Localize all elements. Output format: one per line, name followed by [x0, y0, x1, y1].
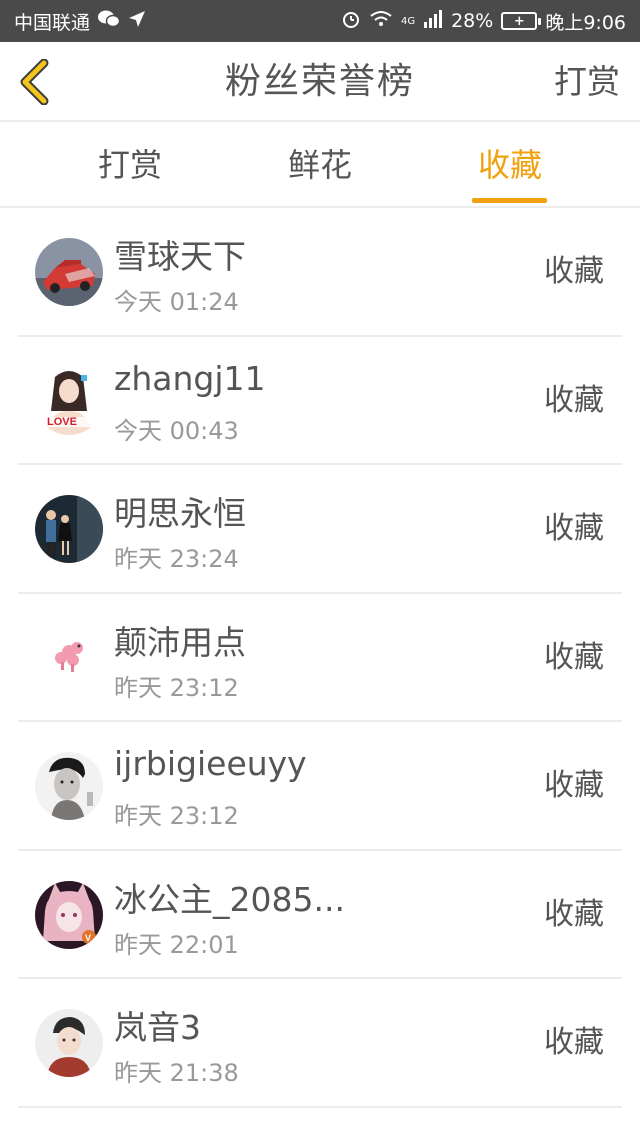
location-arrow-icon	[128, 10, 146, 33]
list-item[interactable]: ijrbigieeuyy 昨天 23:12 收藏	[18, 722, 622, 851]
user-name: 岚音3	[114, 1008, 201, 1047]
user-name: 冰公主_2085...	[114, 879, 345, 919]
favorite-action: 收藏	[544, 768, 604, 803]
user-time: 昨天 23:12	[114, 673, 239, 702]
clock-label: 晚上9:06	[545, 11, 626, 34]
avatar: V	[35, 880, 103, 949]
reward-button[interactable]: 打赏	[554, 42, 620, 122]
user-name: 明思永恒	[114, 494, 246, 533]
network-type-label: 4G	[400, 15, 416, 27]
avatar	[35, 623, 103, 692]
user-time: 今天 01:24	[114, 288, 239, 316]
list-item[interactable]: 雪球天下 今天 01:24 收藏	[18, 208, 622, 337]
tab-bar: 打赏 鲜花 收藏	[0, 122, 640, 208]
svg-text:LOVE: LOVE	[47, 416, 77, 428]
user-time: 今天 00:43	[114, 416, 239, 445]
favorite-action: 收藏	[544, 639, 604, 675]
svg-text:V: V	[85, 933, 91, 943]
nav-bar: 粉丝荣誉榜 打赏	[0, 42, 640, 122]
status-right: 4G 28% + 晚上9:06	[341, 8, 626, 35]
avatar	[35, 752, 103, 820]
battery-icon: +	[501, 12, 542, 30]
user-name: 颠沛用点	[114, 622, 246, 662]
fan-list: 雪球天下 今天 01:24 收藏 LOVE zhangj11 今天 00:43 …	[0, 208, 640, 1108]
active-tab-indicator	[472, 198, 547, 203]
avatar	[35, 238, 103, 306]
favorite-action: 收藏	[544, 1025, 604, 1060]
page-title: 粉丝荣誉榜	[224, 61, 415, 102]
signal-icon	[423, 9, 443, 33]
favorite-action: 收藏	[544, 511, 604, 546]
tab-reward[interactable]: 打赏	[70, 122, 190, 208]
alarm-icon	[341, 9, 361, 34]
favorite-action: 收藏	[544, 254, 604, 289]
tab-flowers[interactable]: 鲜花	[260, 122, 380, 208]
user-name: 雪球天下	[114, 237, 246, 276]
wifi-icon	[369, 10, 393, 33]
favorite-action: 收藏	[544, 382, 604, 418]
avatar	[35, 1009, 103, 1077]
user-time: 昨天 23:12	[114, 802, 239, 830]
wechat-icon	[98, 10, 121, 33]
user-time: 昨天 22:01	[114, 930, 239, 959]
avatar	[35, 495, 103, 563]
list-item[interactable]: 明思永恒 昨天 23:24 收藏	[18, 465, 622, 594]
status-bar: 中国联通 4G 28% + 晚上9:06	[0, 0, 640, 42]
user-time: 昨天 21:38	[114, 1059, 239, 1087]
user-name: ijrbigieeuyy	[114, 744, 307, 783]
favorite-action: 收藏	[544, 896, 604, 932]
status-left: 中国联通	[14, 8, 146, 35]
list-item[interactable]: 颠沛用点 昨天 23:12 收藏	[18, 594, 622, 722]
list-item[interactable]: V 冰公主_2085... 昨天 22:01 收藏	[18, 851, 622, 979]
user-name: zhangj11	[114, 358, 266, 398]
list-item[interactable]: LOVE zhangj11 今天 00:43 收藏	[18, 337, 622, 465]
user-time: 昨天 23:24	[114, 545, 239, 573]
tab-favorites[interactable]: 收藏	[450, 122, 570, 208]
battery-percent: 28%	[451, 10, 494, 32]
carrier-label: 中国联通	[14, 11, 91, 34]
list-item[interactable]: 岚音3 昨天 21:38 收藏	[18, 979, 622, 1108]
avatar: LOVE	[35, 366, 103, 435]
